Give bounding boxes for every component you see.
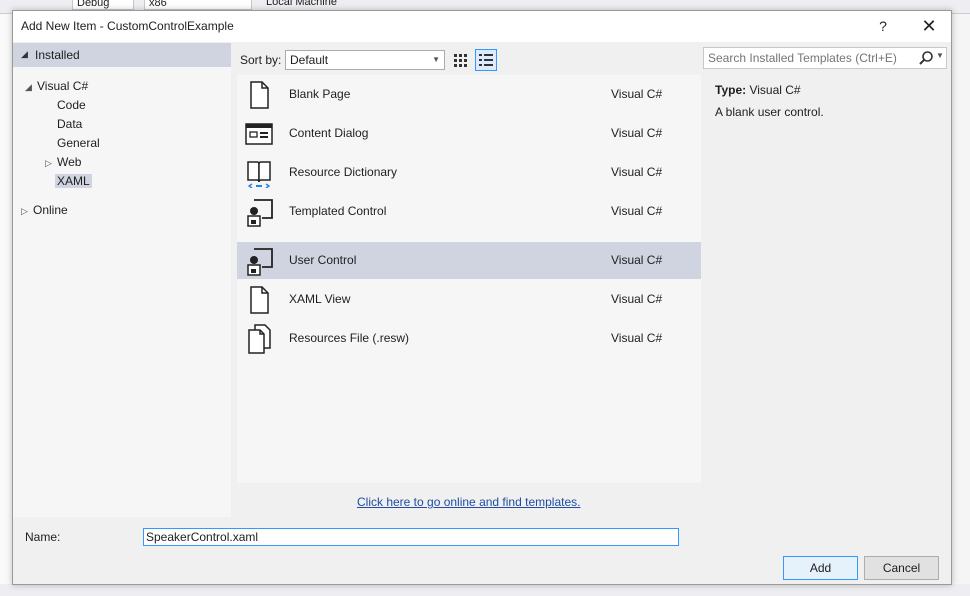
template-name: Resource Dictionary — [289, 165, 398, 179]
tree-item-online[interactable]: ▷ Online — [21, 201, 68, 219]
template-name: Content Dialog — [289, 126, 369, 140]
list-view-button[interactable] — [475, 49, 497, 71]
tree-item-data[interactable]: Data — [57, 115, 82, 133]
dialog-icon — [245, 123, 273, 145]
help-button[interactable]: ? — [871, 16, 895, 36]
add-new-item-dialog: Add New Item - CustomControlExample ? ✕ … — [12, 10, 952, 585]
template-row-user-control[interactable]: User Control Visual C# — [237, 242, 701, 279]
grid-view-button[interactable] — [449, 49, 471, 71]
sort-bar: Sort by: Default ▼ — [231, 43, 703, 77]
template-language: Visual C# — [611, 87, 663, 101]
resources-icon — [248, 324, 271, 354]
chevron-down-icon: ▼ — [432, 55, 440, 64]
chevron-down-icon[interactable]: ▼ — [936, 51, 944, 60]
tree-item-general[interactable]: General — [57, 134, 100, 152]
template-language: Visual C# — [611, 292, 663, 306]
sort-dropdown[interactable]: Default ▼ — [285, 50, 445, 70]
tree-label-online: Online — [33, 203, 68, 217]
search-input[interactable] — [704, 48, 914, 68]
sort-label: Sort by: — [240, 53, 282, 67]
tree-item-xaml[interactable]: XAML — [55, 172, 92, 190]
page-icon — [250, 81, 269, 109]
online-templates-link[interactable]: Click here to go online and find templat… — [357, 495, 580, 509]
tree-label-visual-csharp: Visual C# — [37, 79, 89, 93]
template-category-tree: ◢ Visual C# Code Data General ▷ Web XAML ▷… — [13, 67, 231, 517]
template-row-templated-control[interactable]: Templated Control Visual C# — [237, 193, 701, 230]
cancel-button[interactable]: Cancel — [864, 556, 939, 580]
run-target[interactable]: Local Machine — [262, 0, 374, 10]
ide-bottom-edge — [0, 584, 970, 596]
tree-installed-header[interactable]: ◢ Installed — [13, 43, 231, 67]
page-icon — [250, 286, 269, 314]
book-icon — [247, 161, 271, 188]
template-name: Templated Control — [289, 204, 387, 218]
tree-installed-label: Installed — [35, 48, 80, 62]
template-language: Visual C# — [611, 331, 663, 345]
ide-solution-explorer-edge — [950, 14, 970, 596]
sort-value: Default — [290, 53, 329, 67]
control-icon — [247, 248, 273, 276]
grid-icon — [454, 54, 467, 67]
template-row-resources-file[interactable]: Resources File (.resw) Visual C# — [237, 320, 701, 357]
info-type: Type: Visual C# — [715, 83, 801, 97]
tree-item-visual-csharp[interactable]: ◢ Visual C# — [25, 77, 88, 95]
name-input[interactable] — [143, 528, 679, 546]
tree-label-xaml: XAML — [55, 174, 92, 188]
tree-item-web[interactable]: ▷ Web — [45, 153, 81, 171]
search-icon[interactable] — [918, 50, 934, 66]
list-icon — [479, 54, 493, 66]
collapse-arrow-icon[interactable]: ◢ — [25, 78, 37, 96]
name-label: Name: — [25, 530, 61, 544]
template-row-xaml-view[interactable]: XAML View Visual C# — [237, 281, 701, 318]
expand-arrow-icon[interactable]: ▷ — [21, 202, 33, 220]
info-type-label: Type: — [715, 83, 747, 97]
close-button[interactable]: ✕ — [915, 15, 943, 37]
info-type-value: Visual C# — [749, 83, 801, 97]
template-name: XAML View — [289, 292, 351, 306]
info-description: A blank user control. — [715, 105, 824, 119]
template-language: Visual C# — [611, 165, 663, 179]
tree-item-code[interactable]: Code — [57, 96, 86, 114]
add-button[interactable]: Add — [783, 556, 858, 580]
template-language: Visual C# — [611, 204, 663, 218]
template-language: Visual C# — [611, 126, 663, 140]
template-language: Visual C# — [611, 253, 663, 267]
template-row-blank-page[interactable]: Blank Page Visual C# — [237, 76, 701, 113]
tree-label-code: Code — [57, 98, 86, 112]
control-icon — [247, 199, 273, 227]
template-name: Resources File (.resw) — [289, 331, 410, 345]
search-box: ▼ — [703, 47, 947, 69]
tree-label-web: Web — [57, 155, 82, 169]
tree-label-data: Data — [57, 117, 83, 131]
expand-arrow-icon[interactable]: ▷ — [45, 154, 57, 172]
template-row-resource-dictionary[interactable]: Resource Dictionary Visual C# — [237, 154, 701, 191]
expand-arrow-icon[interactable]: ◢ — [21, 49, 28, 60]
template-list: Blank Page Visual C# Content Dialog Visu… — [237, 75, 701, 483]
template-row-content-dialog[interactable]: Content Dialog Visual C# — [237, 115, 701, 152]
template-name: Blank Page — [289, 87, 351, 101]
dialog-titlebar: Add New Item - CustomControlExample ? ✕ — [13, 11, 951, 42]
template-name: User Control — [289, 253, 357, 267]
config-combo[interactable]: Debug — [72, 0, 134, 10]
dialog-title: Add New Item - CustomControlExample — [21, 19, 234, 33]
platform-combo[interactable]: x86 — [144, 0, 252, 10]
ide-editor-edge — [0, 14, 12, 596]
tree-label-general: General — [57, 136, 100, 150]
